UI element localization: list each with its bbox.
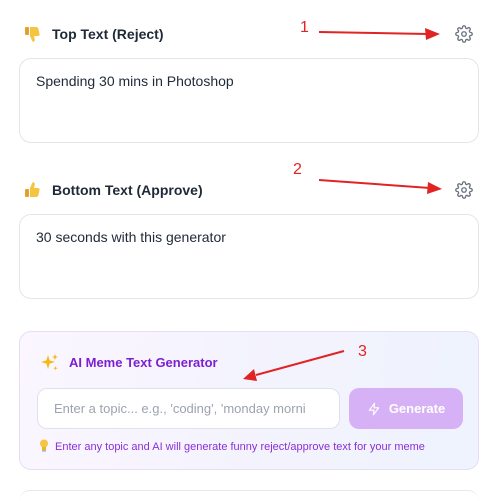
- sparkles-icon: [40, 353, 60, 378]
- top-text-label: Top Text (Reject): [52, 26, 164, 42]
- annotation-arrow-1: [318, 28, 440, 40]
- top-text-label-row: Top Text (Reject): [22, 24, 164, 44]
- hint-text: Enter any topic and AI will generate fun…: [55, 441, 425, 453]
- ai-meme-generator-panel: AI Meme Text Generator Generate Enter an…: [19, 331, 479, 470]
- thumbs-up-icon: [22, 180, 42, 200]
- top-text-input[interactable]: Spending 30 mins in Photoshop: [19, 58, 479, 143]
- thumbs-down-icon: [22, 24, 42, 44]
- ai-generator-hint: Enter any topic and AI will generate fun…: [39, 439, 425, 455]
- bottom-text-settings-gear-icon[interactable]: [455, 181, 473, 199]
- ai-generator-title: AI Meme Text Generator: [69, 355, 218, 370]
- annotation-arrow-2: [318, 179, 442, 194]
- annotation-number-2: 2: [293, 161, 302, 178]
- bottom-text-input[interactable]: 30 seconds with this generator: [19, 214, 479, 299]
- bottom-text-label: Bottom Text (Approve): [52, 182, 203, 198]
- generate-button-label: Generate: [388, 401, 446, 416]
- annotation-number-1: 1: [300, 19, 309, 36]
- bottom-text-label-row: Bottom Text (Approve): [22, 180, 203, 200]
- lightbulb-icon: [39, 439, 49, 455]
- lightning-icon: [367, 402, 381, 416]
- generate-button[interactable]: Generate: [349, 388, 463, 429]
- topic-input[interactable]: [37, 388, 340, 429]
- top-text-settings-gear-icon[interactable]: [455, 25, 473, 43]
- annotation-number-3: 3: [358, 343, 367, 360]
